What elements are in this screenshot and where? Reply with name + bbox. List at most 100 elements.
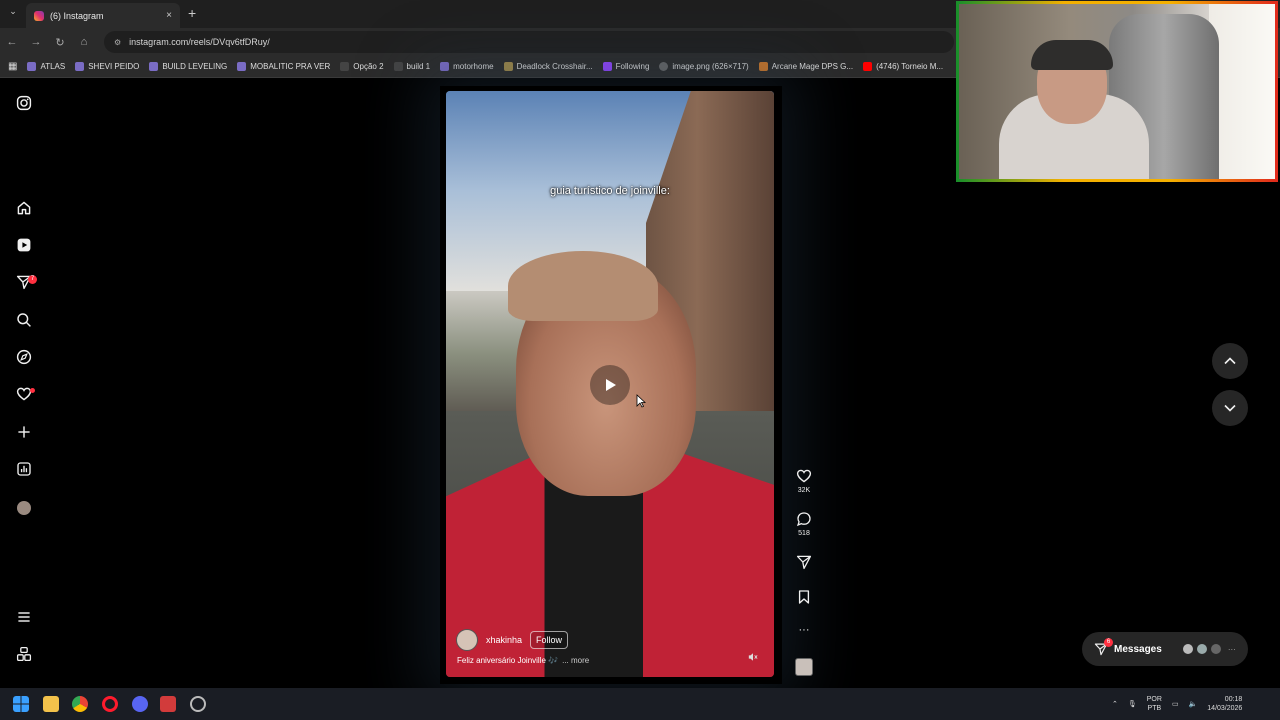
messages-more: ··· bbox=[1227, 644, 1236, 654]
previous-reel-button[interactable] bbox=[1212, 343, 1248, 379]
author-username[interactable]: xhakinha bbox=[486, 635, 522, 645]
reload-icon[interactable]: ↻ bbox=[48, 36, 72, 49]
bookmark-favicon-icon bbox=[149, 62, 159, 71]
home-icon[interactable] bbox=[14, 200, 34, 220]
messages-button[interactable]: 6 Messages ··· bbox=[1082, 632, 1248, 666]
reel-video[interactable]: guia turístico de joinville: xhakinha Fo… bbox=[446, 91, 774, 677]
mouse-cursor-icon bbox=[636, 394, 646, 408]
new-tab-button[interactable]: + bbox=[188, 5, 196, 21]
reel-caption-overlay: guia turístico de joinville: bbox=[550, 185, 670, 197]
also-from-meta-icon[interactable] bbox=[14, 646, 34, 666]
bookmark-item[interactable]: MOBALITIC PRA VER bbox=[237, 62, 330, 71]
home-browser-icon[interactable]: ⌂ bbox=[72, 36, 96, 48]
tray-expand-icon[interactable]: ⌃ bbox=[1112, 700, 1118, 708]
opera-icon[interactable] bbox=[102, 696, 118, 712]
messages-label: Messages bbox=[1114, 643, 1162, 655]
share-icon bbox=[796, 555, 812, 570]
file-explorer-icon[interactable] bbox=[43, 696, 59, 712]
save-button[interactable] bbox=[793, 589, 815, 608]
comment-count: 518 bbox=[798, 530, 810, 537]
bookmark-item[interactable]: Opção 2 bbox=[340, 62, 384, 71]
instagram-favicon-icon bbox=[34, 10, 44, 21]
messages-badge: 6 bbox=[1104, 638, 1113, 647]
reel-author: xhakinha Follow bbox=[456, 629, 569, 651]
like-count: 32K bbox=[797, 487, 811, 494]
bookmark-item[interactable]: ATLAS bbox=[27, 62, 65, 71]
bookmark-favicon-icon bbox=[75, 62, 85, 71]
network-icon[interactable]: ▭ bbox=[1172, 700, 1179, 708]
browser-tab-instagram[interactable]: (6) Instagram × bbox=[26, 3, 180, 28]
more-options-icon[interactable]: ··· bbox=[793, 624, 815, 636]
bookmark-favicon-icon bbox=[237, 62, 247, 71]
app-icon[interactable] bbox=[160, 696, 176, 712]
reels-icon[interactable] bbox=[14, 237, 34, 257]
mute-icon[interactable] bbox=[748, 652, 758, 664]
menu-icon[interactable] bbox=[14, 609, 34, 629]
chevron-down-icon bbox=[1224, 404, 1236, 412]
bookmark-favicon-icon bbox=[27, 62, 37, 71]
bookmark-favicon-icon bbox=[340, 62, 350, 71]
clock[interactable]: 00:18 14/03/2026 bbox=[1207, 695, 1242, 713]
webcam-overlay bbox=[956, 1, 1278, 182]
create-icon[interactable] bbox=[14, 424, 34, 444]
windows-start-icon[interactable] bbox=[13, 696, 29, 712]
next-reel-button[interactable] bbox=[1212, 390, 1248, 426]
language-indicator[interactable]: POR PTB bbox=[1147, 695, 1162, 713]
instagram-sidebar: 7 bbox=[0, 78, 48, 688]
bookmark-favicon-icon bbox=[393, 62, 403, 71]
chrome-icon[interactable] bbox=[72, 696, 88, 712]
tab-close-icon[interactable]: × bbox=[166, 10, 172, 21]
comment-button[interactable]: 518 bbox=[793, 511, 815, 537]
apps-grid-icon[interactable]: ▦ bbox=[8, 61, 17, 72]
instagram-logo-icon[interactable] bbox=[14, 95, 34, 115]
description-text: Feliz aniversário Joinville 🎶 bbox=[457, 656, 559, 665]
bookmark-item[interactable]: (4746) Torneio M... bbox=[863, 62, 943, 71]
bookmark-item[interactable]: motorhome bbox=[440, 62, 494, 71]
instagram-favicon-icon bbox=[440, 62, 450, 71]
globe-icon bbox=[659, 62, 669, 71]
video-cap bbox=[508, 251, 658, 321]
play-button[interactable] bbox=[590, 365, 630, 405]
chevron-up-icon bbox=[1224, 357, 1236, 365]
back-icon[interactable]: ← bbox=[0, 36, 24, 48]
comment-icon bbox=[796, 512, 811, 527]
bookmark-item[interactable]: build 1 bbox=[393, 62, 430, 71]
audio-thumbnail[interactable] bbox=[795, 658, 813, 676]
activity-dot bbox=[30, 388, 35, 393]
url-bar[interactable]: ⚙ instagram.com/reels/DVqv6tfDRuy/ bbox=[104, 31, 954, 53]
explore-icon[interactable] bbox=[14, 349, 34, 369]
forward-icon[interactable]: → bbox=[24, 36, 48, 48]
dashboard-icon[interactable] bbox=[14, 461, 34, 481]
search-icon[interactable] bbox=[14, 312, 34, 332]
play-icon bbox=[606, 379, 616, 391]
webcam-window bbox=[1209, 4, 1275, 179]
like-button[interactable]: 32K bbox=[793, 468, 815, 494]
url-text: instagram.com/reels/DVqv6tfDRuy/ bbox=[129, 37, 270, 47]
volume-icon[interactable]: 🔈 bbox=[1189, 700, 1198, 708]
tab-title: (6) Instagram bbox=[50, 10, 104, 21]
bookmark-favicon-icon bbox=[503, 62, 513, 71]
bookmark-item[interactable]: Following bbox=[602, 62, 649, 71]
contact-avatar bbox=[1209, 643, 1222, 655]
youtube-icon bbox=[863, 62, 873, 71]
site-info-icon[interactable]: ⚙ bbox=[114, 38, 121, 47]
bookmark-item[interactable]: Arcane Mage DPS G... bbox=[758, 62, 853, 71]
tab-search-icon[interactable]: ⌄ bbox=[6, 6, 20, 20]
profile-avatar[interactable] bbox=[14, 498, 34, 518]
heart-icon bbox=[796, 469, 812, 483]
bookmark-item[interactable]: image.png (626×717) bbox=[659, 62, 749, 71]
microphone-icon[interactable]: 🎙 bbox=[1128, 700, 1137, 708]
bookmark-item[interactable]: Deadlock Crosshair... bbox=[503, 62, 593, 71]
author-avatar[interactable] bbox=[456, 629, 478, 651]
reel-description: Feliz aniversário Joinville 🎶 ... more bbox=[457, 656, 589, 665]
more-link[interactable]: ... more bbox=[562, 656, 589, 665]
twitch-icon bbox=[602, 62, 612, 71]
webcam-person-cap bbox=[1031, 40, 1113, 70]
bookmark-icon bbox=[798, 590, 810, 604]
discord-icon[interactable] bbox=[132, 696, 148, 712]
follow-button[interactable]: Follow bbox=[530, 631, 569, 649]
bookmark-item[interactable]: SHEVI PEIDO bbox=[75, 62, 139, 71]
bookmark-item[interactable]: BUILD LEVELING bbox=[149, 62, 227, 71]
steam-icon[interactable] bbox=[190, 696, 206, 712]
share-button[interactable] bbox=[793, 554, 815, 573]
